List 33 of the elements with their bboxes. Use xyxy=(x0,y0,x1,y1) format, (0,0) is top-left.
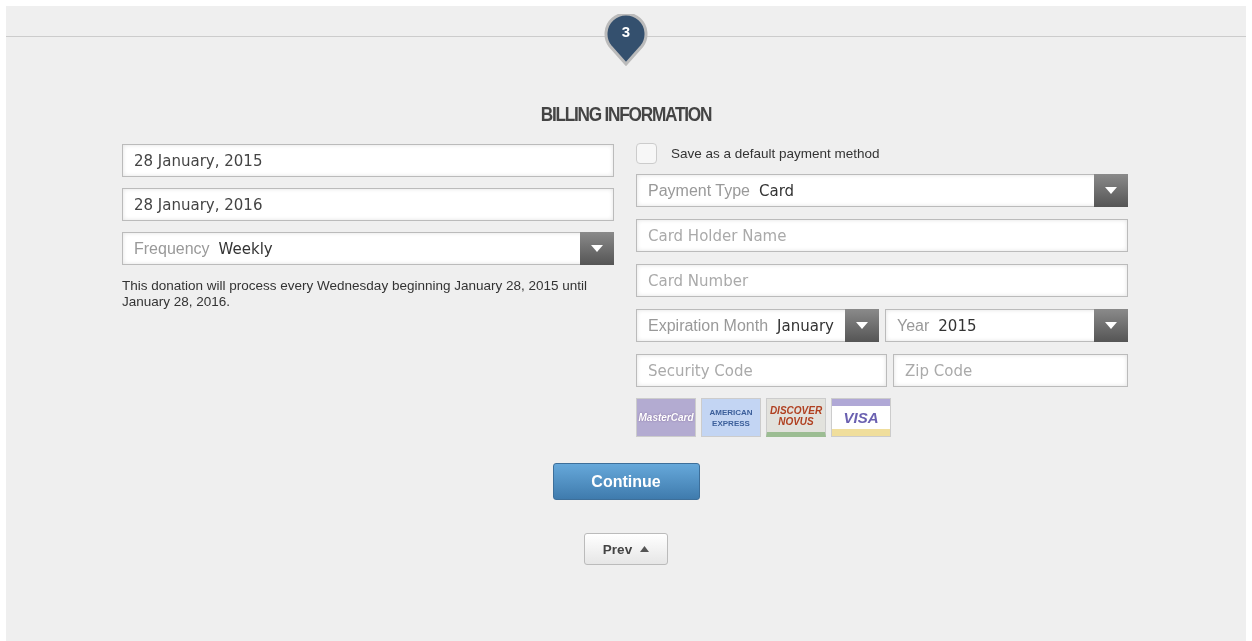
select-label: Frequency xyxy=(134,239,210,258)
dropdown-caret-icon xyxy=(1094,309,1128,342)
input-field[interactable]: 28 January, 2016 xyxy=(122,188,614,221)
input-field[interactable]: Card Number xyxy=(636,264,1128,297)
input-field[interactable]: Zip Code xyxy=(893,354,1128,387)
checkbox-label: Save as a default payment method xyxy=(671,145,880,161)
input-field[interactable]: 28 January, 2015 xyxy=(122,144,614,177)
prev-button[interactable]: Prev xyxy=(584,533,668,565)
select-value: 2015 xyxy=(938,316,978,335)
select-field[interactable]: Expiration Month January xyxy=(636,309,879,342)
step-number: 3 xyxy=(620,23,632,40)
caret-up-icon xyxy=(640,546,650,552)
select-field[interactable]: Payment Type Card xyxy=(636,174,1128,207)
input-field[interactable]: Card Holder Name xyxy=(636,219,1128,252)
section-title: BILLING INFORMATION xyxy=(540,102,712,126)
input-field[interactable]: Security Code xyxy=(636,354,887,387)
mastercard-logo: MasterCard xyxy=(636,398,696,437)
select-label: Expiration Month xyxy=(648,316,769,335)
dropdown-caret-icon xyxy=(1094,174,1128,207)
visa-logo: VISA xyxy=(831,398,891,437)
select-label: Payment Type xyxy=(648,181,750,200)
checkbox[interactable] xyxy=(636,142,657,164)
select-label: Year xyxy=(897,316,930,335)
select-field[interactable]: Year 2015 xyxy=(885,309,1128,342)
schedule-note: This donation will process every Wednesday beginning January 28, 2015 until January 28, 2016. xyxy=(122,278,589,310)
amex-logo: AMERICAN EXPRESS xyxy=(701,398,761,437)
discover-logo: DISCOVER NOVUS xyxy=(766,398,826,437)
dropdown-caret-icon xyxy=(845,309,879,342)
select-value: Card xyxy=(759,181,796,200)
select-value: January xyxy=(777,316,835,335)
select-value: Weekly xyxy=(218,239,274,258)
dropdown-caret-icon xyxy=(580,232,614,265)
select-field[interactable]: Frequency Weekly xyxy=(122,232,614,265)
